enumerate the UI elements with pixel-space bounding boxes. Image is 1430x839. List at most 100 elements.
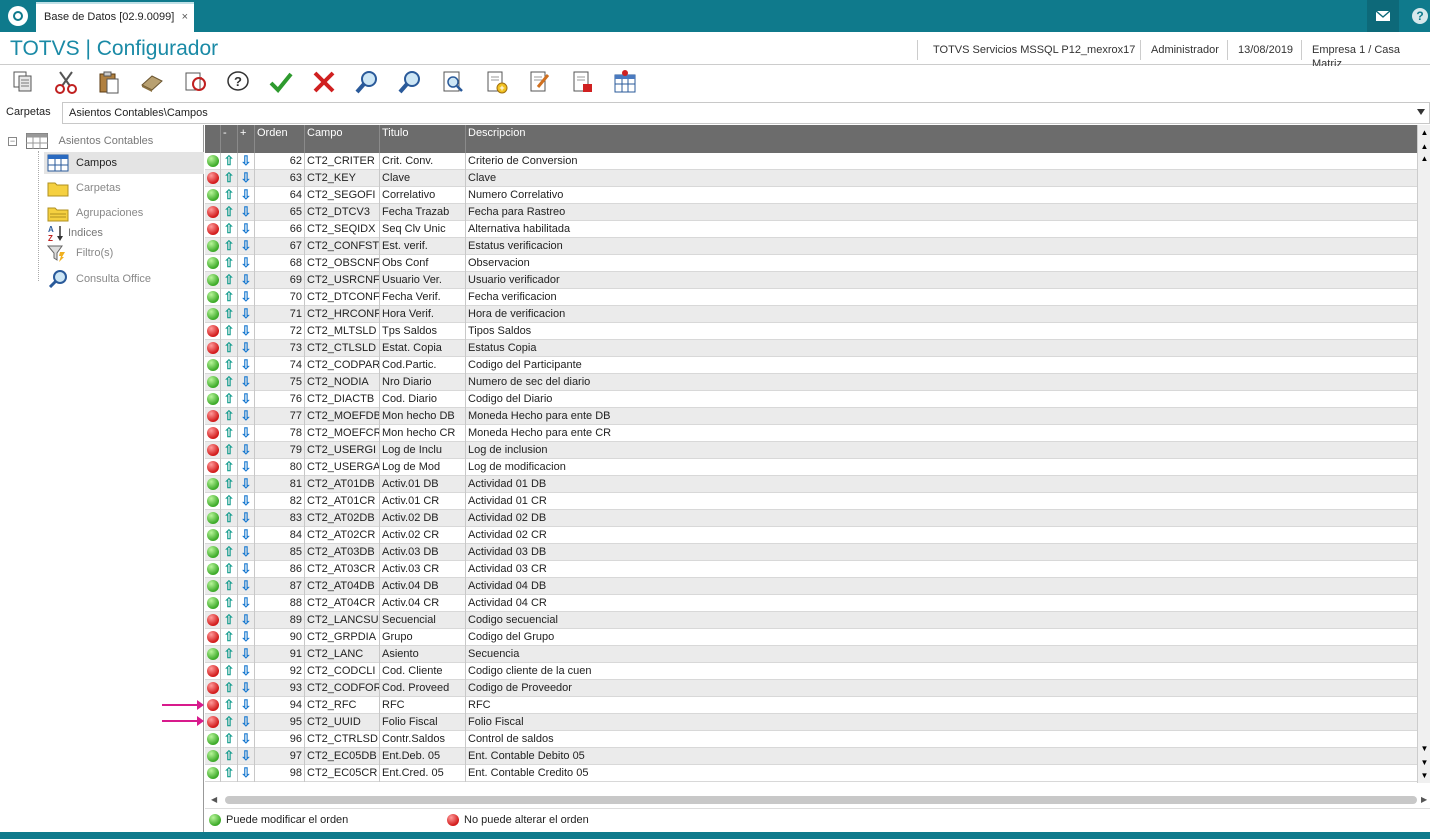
move-down-cell[interactable]: ⇩ xyxy=(238,765,255,782)
table-row[interactable]: ⇧ ⇩ 83 CT2_AT02DB Activ.02 DB Actividad 02 DB xyxy=(205,510,1417,527)
table-row[interactable]: ⇧ ⇩ 94 CT2_RFC RFC RFC xyxy=(205,697,1417,714)
move-down-cell[interactable]: ⇩ xyxy=(238,578,255,595)
preview-icon[interactable] xyxy=(440,69,466,95)
horizontal-scrollbar[interactable]: ◀ ▶ xyxy=(205,792,1430,808)
arrow-up-icon[interactable]: ⇧ xyxy=(221,425,237,441)
col-titulo-header[interactable]: Titulo xyxy=(380,125,466,153)
arrow-down-icon[interactable]: ⇩ xyxy=(238,765,254,781)
arrow-up-icon[interactable]: ⇧ xyxy=(221,442,237,458)
move-down-cell[interactable]: ⇩ xyxy=(238,442,255,459)
scroll-down-icon[interactable]: ▼ xyxy=(1419,743,1430,755)
tree-root[interactable]: − Asientos Contables xyxy=(8,133,153,149)
arrow-up-icon[interactable]: ⇧ xyxy=(221,510,237,526)
move-down-cell[interactable]: ⇩ xyxy=(238,493,255,510)
arrow-up-icon[interactable]: ⇧ xyxy=(221,595,237,611)
arrow-down-icon[interactable]: ⇩ xyxy=(238,493,254,509)
collapse-icon[interactable]: − xyxy=(8,136,17,146)
edit-document-icon[interactable] xyxy=(526,69,552,95)
arrow-down-icon[interactable]: ⇩ xyxy=(238,561,254,577)
arrow-down-icon[interactable]: ⇩ xyxy=(238,204,254,220)
arrow-up-icon[interactable]: ⇧ xyxy=(221,476,237,492)
move-up-cell[interactable]: ⇧ xyxy=(221,748,238,765)
arrow-down-icon[interactable]: ⇩ xyxy=(238,425,254,441)
table-row[interactable]: ⇧ ⇩ 88 CT2_AT04CR Activ.04 CR Actividad 04 CR xyxy=(205,595,1417,612)
chevron-down-icon[interactable] xyxy=(1417,109,1425,115)
arrow-down-icon[interactable]: ⇩ xyxy=(238,697,254,713)
col-descripcion-header[interactable]: Descripcion xyxy=(466,125,1417,153)
mail-icon[interactable] xyxy=(1367,0,1399,32)
move-down-cell[interactable]: ⇩ xyxy=(238,629,255,646)
table-row[interactable]: ⇧ ⇩ 90 CT2_GRPDIA Grupo Codigo del Grupo xyxy=(205,629,1417,646)
arrow-down-icon[interactable]: ⇩ xyxy=(238,187,254,203)
table-row[interactable]: ⇧ ⇩ 74 CT2_CODPAR Cod.Partic. Codigo del Part… xyxy=(205,357,1417,374)
move-down-cell[interactable]: ⇩ xyxy=(238,357,255,374)
table-row[interactable]: ⇧ ⇩ 64 CT2_SEGOFI Correlativo Numero Correlat… xyxy=(205,187,1417,204)
move-up-cell[interactable]: ⇧ xyxy=(221,170,238,187)
table-row[interactable]: ⇧ ⇩ 97 CT2_EC05DB Ent.Deb. 05 Ent. Contable D… xyxy=(205,748,1417,765)
move-down-cell[interactable]: ⇩ xyxy=(238,255,255,272)
arrow-down-icon[interactable]: ⇩ xyxy=(238,170,254,186)
arrow-down-icon[interactable]: ⇩ xyxy=(238,544,254,560)
move-up-cell[interactable]: ⇧ xyxy=(221,221,238,238)
move-up-cell[interactable]: ⇧ xyxy=(221,340,238,357)
scroll-up-icon[interactable]: ▲ xyxy=(1419,153,1430,165)
arrow-up-icon[interactable]: ⇧ xyxy=(221,697,237,713)
move-up-cell[interactable]: ⇧ xyxy=(221,272,238,289)
move-up-cell[interactable]: ⇧ xyxy=(221,612,238,629)
move-down-cell[interactable]: ⇩ xyxy=(238,561,255,578)
move-up-cell[interactable]: ⇧ xyxy=(221,765,238,782)
table-row[interactable]: ⇧ ⇩ 69 CT2_USRCNF Usuario Ver. Usuario verifi… xyxy=(205,272,1417,289)
new-document-icon[interactable]: + xyxy=(483,69,509,95)
scroll-page-up-icon[interactable]: ▲ xyxy=(1419,141,1430,153)
move-up-cell[interactable]: ⇧ xyxy=(221,493,238,510)
table-row[interactable]: ⇧ ⇩ 91 CT2_LANC Asiento Secuencia xyxy=(205,646,1417,663)
tree-item-agrupaciones[interactable]: Agrupaciones xyxy=(44,202,204,224)
table-row[interactable]: ⇧ ⇩ 65 CT2_DTCV3 Fecha Trazab Fecha para Rast… xyxy=(205,204,1417,221)
table-row[interactable]: ⇧ ⇩ 63 CT2_KEY Clave Clave xyxy=(205,170,1417,187)
arrow-up-icon[interactable]: ⇧ xyxy=(221,187,237,203)
move-up-cell[interactable]: ⇧ xyxy=(221,646,238,663)
move-up-cell[interactable]: ⇧ xyxy=(221,408,238,425)
move-down-cell[interactable]: ⇩ xyxy=(238,612,255,629)
search-icon[interactable] xyxy=(354,69,380,95)
arrow-down-icon[interactable]: ⇩ xyxy=(238,442,254,458)
arrow-up-icon[interactable]: ⇧ xyxy=(221,612,237,628)
move-up-cell[interactable]: ⇧ xyxy=(221,204,238,221)
arrow-up-icon[interactable]: ⇧ xyxy=(221,748,237,764)
arrow-up-icon[interactable]: ⇧ xyxy=(221,561,237,577)
move-up-cell[interactable]: ⇧ xyxy=(221,714,238,731)
move-up-cell[interactable]: ⇧ xyxy=(221,680,238,697)
arrow-up-icon[interactable]: ⇧ xyxy=(221,646,237,662)
move-up-cell[interactable]: ⇧ xyxy=(221,697,238,714)
arrow-down-icon[interactable]: ⇩ xyxy=(238,663,254,679)
arrow-down-icon[interactable]: ⇩ xyxy=(238,340,254,356)
move-down-cell[interactable]: ⇩ xyxy=(238,170,255,187)
arrow-down-icon[interactable]: ⇩ xyxy=(238,748,254,764)
scroll-top-icon[interactable]: ▲ xyxy=(1419,127,1430,139)
table-row[interactable]: ⇧ ⇩ 81 CT2_AT01DB Activ.01 DB Actividad 01 DB xyxy=(205,476,1417,493)
move-down-cell[interactable]: ⇩ xyxy=(238,663,255,680)
table-row[interactable]: ⇧ ⇩ 93 CT2_CODFOR Cod. Proveed Codigo de Prov… xyxy=(205,680,1417,697)
move-up-cell[interactable]: ⇧ xyxy=(221,731,238,748)
table-row[interactable]: ⇧ ⇩ 82 CT2_AT01CR Activ.01 CR Actividad 01 CR xyxy=(205,493,1417,510)
arrow-up-icon[interactable]: ⇧ xyxy=(221,170,237,186)
table-row[interactable]: ⇧ ⇩ 68 CT2_OBSCNF Obs Conf Observacion xyxy=(205,255,1417,272)
move-up-cell[interactable]: ⇧ xyxy=(221,459,238,476)
move-up-cell[interactable]: ⇧ xyxy=(221,391,238,408)
arrow-up-icon[interactable]: ⇧ xyxy=(221,153,237,169)
col-campo-header[interactable]: Campo xyxy=(305,125,380,153)
table-row[interactable]: ⇧ ⇩ 78 CT2_MOEFCR Mon hecho CR Moneda Hecho p… xyxy=(205,425,1417,442)
table-row[interactable]: ⇧ ⇩ 89 CT2_LANCSU Secuencial Codigo secuencia… xyxy=(205,612,1417,629)
move-down-cell[interactable]: ⇩ xyxy=(238,340,255,357)
table-row[interactable]: ⇧ ⇩ 86 CT2_AT03CR Activ.03 CR Actividad 03 CR xyxy=(205,561,1417,578)
arrow-up-icon[interactable]: ⇧ xyxy=(221,578,237,594)
arrow-up-icon[interactable]: ⇧ xyxy=(221,374,237,390)
question-icon[interactable]: ? xyxy=(225,69,251,95)
arrow-up-icon[interactable]: ⇧ xyxy=(221,714,237,730)
folder-path-select[interactable]: Asientos Contables\Campos xyxy=(62,102,1430,124)
arrow-down-icon[interactable]: ⇩ xyxy=(238,714,254,730)
move-up-cell[interactable]: ⇧ xyxy=(221,306,238,323)
table-row[interactable]: ⇧ ⇩ 76 CT2_DIACTB Cod. Diario Codigo del Diar… xyxy=(205,391,1417,408)
move-up-cell[interactable]: ⇧ xyxy=(221,578,238,595)
move-down-cell[interactable]: ⇩ xyxy=(238,646,255,663)
